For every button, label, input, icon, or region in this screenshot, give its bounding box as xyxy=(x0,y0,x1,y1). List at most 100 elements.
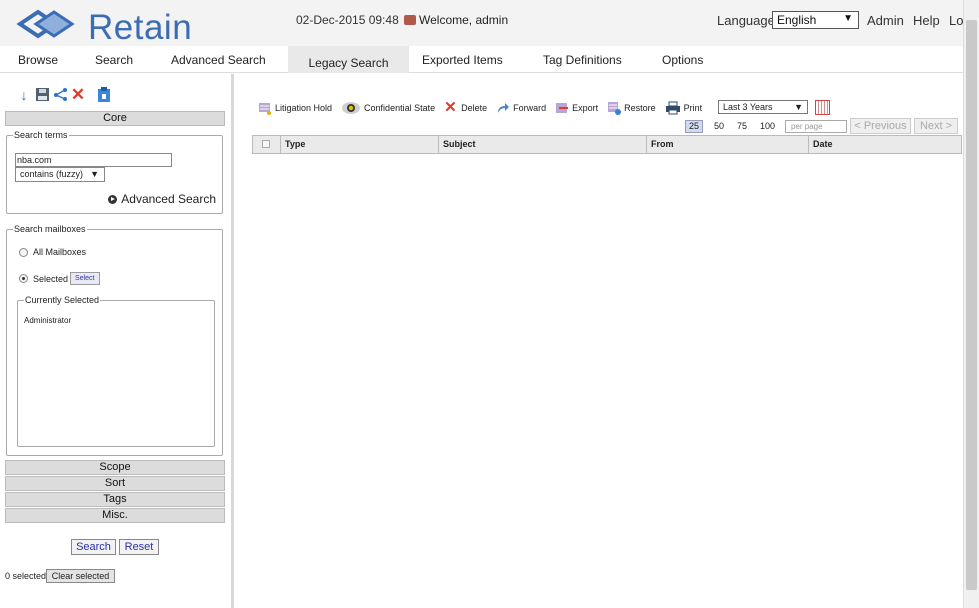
tags-section-header[interactable]: Tags xyxy=(5,492,225,507)
retain-logo[interactable]: Retain xyxy=(16,6,206,47)
select-all-cell xyxy=(253,136,281,153)
page-size-75[interactable]: 75 xyxy=(737,121,747,131)
page-size-50[interactable]: 50 xyxy=(714,121,724,131)
panel-divider[interactable] xyxy=(231,74,234,608)
date-range-value: Last 3 Years xyxy=(723,102,773,112)
welcome-text: Welcome, admin xyxy=(419,13,509,27)
delete-label: Delete xyxy=(461,103,488,113)
advanced-search-label: Advanced Search xyxy=(121,192,216,206)
clipboard-icon[interactable] xyxy=(96,87,112,103)
tab-legacy-search[interactable]: Legacy Search xyxy=(288,46,409,73)
tab-options[interactable]: Options xyxy=(662,46,703,73)
column-from[interactable]: From xyxy=(647,136,809,153)
search-terms-legend: Search terms xyxy=(14,130,68,140)
delete-icon[interactable]: ✕ xyxy=(70,86,86,103)
export-icon xyxy=(555,101,569,115)
calendar-icon[interactable] xyxy=(815,100,830,115)
litigation-hold-icon xyxy=(258,101,272,115)
language-label: Language xyxy=(717,13,775,28)
confidential-icon xyxy=(341,101,361,115)
next-page-button[interactable]: Next > xyxy=(914,118,958,134)
export-button[interactable]: Export xyxy=(555,101,598,115)
tab-browse[interactable]: Browse xyxy=(18,46,58,73)
delete-button[interactable]: ✕ Delete xyxy=(444,99,488,116)
date-range-select[interactable]: Last 3 Years ▼ xyxy=(718,100,808,114)
app-header: Retain 02-Dec-2015 09:48 Welcome, admin … xyxy=(0,0,979,47)
currently-selected-legend: Currently Selected xyxy=(25,295,100,305)
sidebar-toolbar: ↓ ✕ xyxy=(16,86,112,103)
search-button[interactable]: Search xyxy=(71,539,116,555)
all-mailboxes-radio[interactable] xyxy=(19,247,28,257)
results-toolbar: Litigation Hold Confidential State ✕ Del… xyxy=(258,99,711,117)
page-size-25[interactable]: 25 xyxy=(685,120,704,133)
core-section-header[interactable]: Core xyxy=(5,111,225,126)
all-mailboxes-option[interactable]: All Mailboxes xyxy=(19,247,86,257)
restore-label: Restore xyxy=(624,103,656,113)
selected-mailboxes-option[interactable]: Selected Select xyxy=(19,272,100,285)
results-table-header: Type Subject From Date xyxy=(252,135,962,154)
selected-count: 0 selected xyxy=(5,571,47,581)
selected-mailboxes-label: Selected xyxy=(33,273,69,284)
reset-button[interactable]: Reset xyxy=(119,539,159,555)
restore-icon xyxy=(607,101,622,115)
logout-link[interactable]: Lo xyxy=(949,13,963,28)
scope-section-header[interactable]: Scope xyxy=(5,460,225,475)
clear-selected-button[interactable]: Clear selected xyxy=(46,569,115,583)
language-select[interactable]: English ▼ xyxy=(772,11,859,29)
share-icon[interactable] xyxy=(52,87,68,103)
language-value: English xyxy=(777,13,817,27)
per-page-input[interactable]: per page xyxy=(785,120,847,133)
column-subject[interactable]: Subject xyxy=(439,136,647,153)
sort-section-header[interactable]: Sort xyxy=(5,476,225,491)
chevron-down-icon: ▼ xyxy=(794,102,803,112)
selected-mailboxes-radio[interactable] xyxy=(19,274,28,283)
logo-text: Retain xyxy=(88,8,193,47)
page-size-100[interactable]: 100 xyxy=(760,121,775,131)
delete-x-icon: ✕ xyxy=(444,99,457,116)
search-mailboxes-legend: Search mailboxes xyxy=(14,224,86,234)
all-mailboxes-label: All Mailboxes xyxy=(33,247,87,257)
page-scrollbar[interactable] xyxy=(963,0,979,608)
current-datetime: 02-Dec-2015 09:48 xyxy=(296,13,399,27)
tab-advanced-search[interactable]: Advanced Search xyxy=(171,46,266,73)
scrollbar-thumb[interactable] xyxy=(966,20,977,590)
restore-button[interactable]: Restore xyxy=(607,101,656,115)
retain-logo-icon xyxy=(16,9,75,39)
welcome-message: Welcome, admin xyxy=(404,13,508,27)
user-icon xyxy=(404,15,416,25)
currently-selected-group: Currently Selected Administrator xyxy=(17,295,215,447)
printer-icon xyxy=(665,101,681,115)
match-mode-select[interactable]: contains (fuzzy) ▼ xyxy=(15,167,105,182)
column-date[interactable]: Date xyxy=(809,136,961,153)
chevron-down-icon: ▼ xyxy=(90,169,99,179)
search-terms-input[interactable]: nba.com xyxy=(15,153,172,167)
selected-mailbox-item[interactable]: Administrator xyxy=(24,316,71,325)
previous-page-button[interactable]: < Previous xyxy=(850,118,911,134)
help-link[interactable]: Help xyxy=(913,13,940,28)
confidential-state-button[interactable]: Confidential State xyxy=(341,101,435,115)
admin-link[interactable]: Admin xyxy=(867,13,904,28)
litigation-hold-label: Litigation Hold xyxy=(275,103,333,113)
tab-exported-items[interactable]: Exported Items xyxy=(422,46,503,73)
confidential-state-label: Confidential State xyxy=(364,103,436,113)
tab-tag-definitions[interactable]: Tag Definitions xyxy=(543,46,622,73)
download-icon[interactable]: ↓ xyxy=(16,87,32,103)
forward-label: Forward xyxy=(513,103,547,113)
main-tabs: Browse Search Advanced Search Legacy Sea… xyxy=(0,46,963,73)
misc-section-header[interactable]: Misc. xyxy=(5,508,225,523)
column-type[interactable]: Type xyxy=(281,136,439,153)
print-label: Print xyxy=(683,103,703,113)
search-sidebar: ↓ ✕ Core Search terms nba.com contains (… xyxy=(0,74,231,608)
select-mailboxes-button[interactable]: Select xyxy=(70,272,100,285)
play-circle-icon xyxy=(108,194,118,204)
match-mode-value: contains (fuzzy) xyxy=(20,169,84,179)
forward-button[interactable]: Forward xyxy=(496,101,546,115)
save-icon[interactable] xyxy=(34,87,50,103)
print-button[interactable]: Print xyxy=(665,101,703,115)
select-all-checkbox[interactable] xyxy=(262,140,270,148)
export-label: Export xyxy=(572,103,599,113)
tab-search[interactable]: Search xyxy=(95,46,133,73)
litigation-hold-button[interactable]: Litigation Hold xyxy=(258,101,332,115)
advanced-search-link[interactable]: Advanced Search xyxy=(108,192,216,206)
search-mailboxes-group: Search mailboxes All Mailboxes Selected … xyxy=(6,224,223,456)
